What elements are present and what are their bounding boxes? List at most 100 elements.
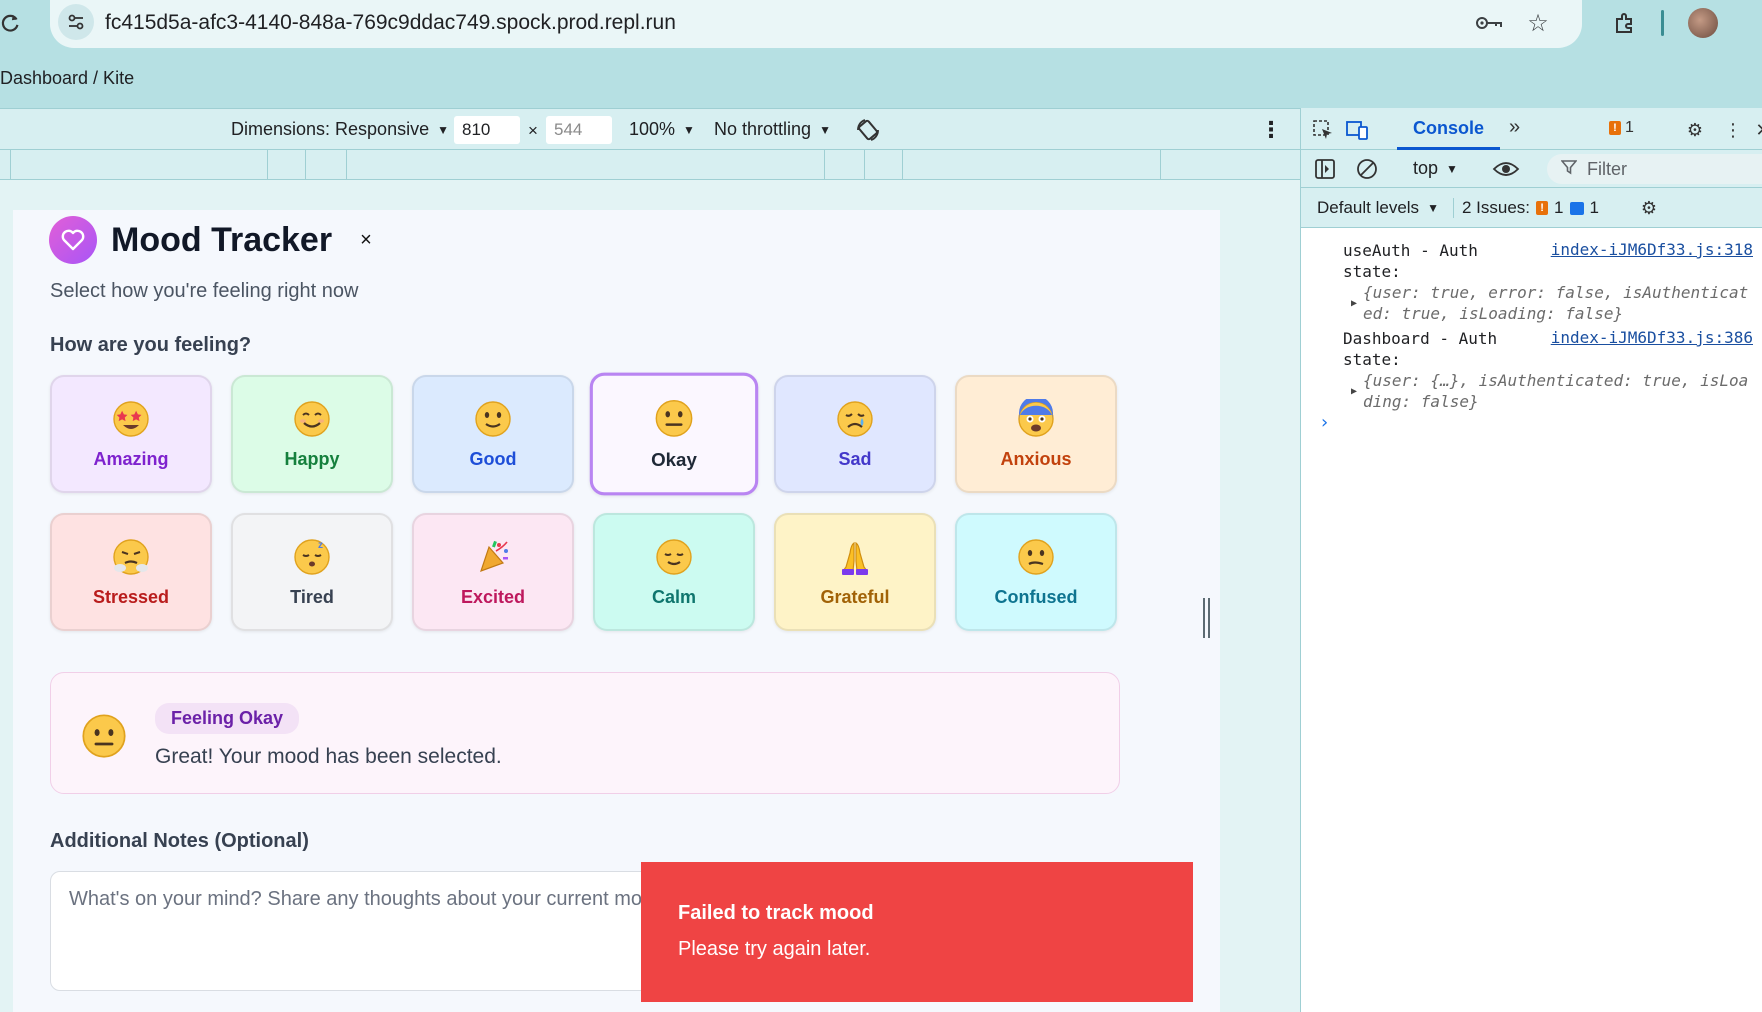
sidebar-toggle-icon[interactable] xyxy=(1313,157,1337,181)
context-label: top xyxy=(1413,158,1439,178)
expand-triangle-icon[interactable]: ▶ xyxy=(1351,386,1357,397)
dimensions-label: Dimensions: Responsive xyxy=(231,119,430,139)
console-levels-bar: Default levels ▼ 2 Issues: ! 1 1 ⚙ xyxy=(1301,188,1762,228)
app-header: Mood Tracker × xyxy=(49,216,372,264)
settings-gear-icon[interactable]: ⚙ xyxy=(1683,118,1707,142)
mood-option-happy[interactable]: Happy xyxy=(231,375,393,493)
mood-option-tired[interactable]: z Tired xyxy=(231,513,393,631)
relieved-face-emoji-icon xyxy=(654,537,694,577)
log-object[interactable]: {user: {…}, isAuthenticated: true, isLoa… xyxy=(1363,370,1753,412)
width-input[interactable]: 810 xyxy=(454,116,520,144)
error-toast[interactable]: Failed to track mood Please try again la… xyxy=(641,862,1193,1002)
mood-grid: Amazing Happy Good Okay Sad Anxious Stressed z T… xyxy=(50,372,1130,631)
mood-label: Anxious xyxy=(1000,448,1072,469)
mood-option-grateful[interactable]: Grateful xyxy=(774,513,936,631)
mood-label: Amazing xyxy=(93,448,169,469)
more-tabs-icon[interactable]: » xyxy=(1509,116,1520,139)
mood-label: Stressed xyxy=(92,586,170,607)
more-options-icon[interactable]: ⋮ xyxy=(1260,117,1282,143)
devtools-panel: Console » ! 1 ⚙ ⋮ ✕ top ▼ Filter xyxy=(1300,108,1762,1012)
mood-option-calm[interactable]: Calm xyxy=(593,513,755,631)
console-settings-gear-icon[interactable]: ⚙ xyxy=(1637,196,1661,220)
zoom-select[interactable]: 100% ▼ xyxy=(629,119,695,140)
issues-info-count: 1 xyxy=(1589,198,1599,217)
close-icon[interactable]: × xyxy=(360,229,372,252)
mood-label: Good xyxy=(469,448,517,469)
height-input[interactable]: 544 xyxy=(546,116,612,144)
mood-label: Okay xyxy=(651,449,697,470)
clear-console-icon[interactable] xyxy=(1355,157,1379,181)
mood-label: Sad xyxy=(838,448,872,469)
warning-flag-icon: ! xyxy=(1609,121,1621,135)
slightly-smiling-emoji-icon xyxy=(473,399,513,439)
url-text[interactable]: fc415d5a-afc3-4140-848a-769c9ddac749.spo… xyxy=(105,11,676,35)
log-levels-select[interactable]: Default levels ▼ xyxy=(1317,198,1439,218)
mood-question: How are you feeling? xyxy=(50,334,252,356)
device-viewport: Mood Tracker × Select how you're feeling… xyxy=(0,180,1300,1012)
toast-title: Failed to track mood xyxy=(678,902,874,924)
mood-label: Calm xyxy=(651,586,696,607)
console-filter-input[interactable]: Filter xyxy=(1547,154,1762,184)
device-toolbar: Dimensions: Responsive ▼ 810 × 544 100% … xyxy=(0,108,1300,150)
party-popper-emoji-icon xyxy=(473,537,513,577)
live-expression-eye-icon[interactable] xyxy=(1491,157,1521,181)
expand-triangle-icon[interactable]: ▶ xyxy=(1351,298,1357,309)
caret-down-icon: ▼ xyxy=(1427,201,1439,215)
dimensions-select[interactable]: Dimensions: Responsive ▼ xyxy=(231,119,449,140)
throttling-label: No throttling xyxy=(714,119,812,139)
log-source-link[interactable]: index-iJM6Df33.js:386 xyxy=(1551,328,1753,347)
log-source-link[interactable]: index-iJM6Df33.js:318 xyxy=(1551,240,1753,259)
console-toolbar: top ▼ Filter xyxy=(1301,150,1762,188)
toast-description: Please try again later. xyxy=(678,938,871,960)
mood-option-amazing[interactable]: Amazing xyxy=(50,375,212,493)
issues-label: 2 Issues: xyxy=(1462,198,1531,217)
tab-console[interactable]: Console xyxy=(1397,108,1501,150)
folded-hands-emoji-icon xyxy=(835,537,875,577)
mood-option-confused[interactable]: Confused xyxy=(955,513,1117,631)
console-output: useAuth - Auth state: index-iJM6Df33.js:… xyxy=(1301,228,1762,1012)
log-message: useAuth - Auth state: xyxy=(1343,241,1478,281)
site-info-icon[interactable] xyxy=(58,4,94,40)
context-select[interactable]: top ▼ xyxy=(1413,158,1458,179)
resize-handle[interactable] xyxy=(1203,598,1210,638)
levels-label: Default levels xyxy=(1317,198,1420,217)
throttling-select[interactable]: No throttling ▼ xyxy=(714,119,831,140)
password-key-icon[interactable] xyxy=(1474,8,1504,38)
filter-funnel-icon xyxy=(1560,159,1578,180)
inspect-element-icon[interactable] xyxy=(1311,118,1335,142)
mood-label: Happy xyxy=(284,448,340,469)
star-struck-emoji-icon xyxy=(111,399,151,439)
device-toggle-icon[interactable] xyxy=(1345,118,1369,142)
rotate-icon[interactable] xyxy=(855,117,881,143)
devtools-tabbar: Console » ! 1 ⚙ ⋮ ✕ xyxy=(1301,108,1762,150)
console-prompt[interactable]: › xyxy=(1319,412,1330,433)
svg-text:z: z xyxy=(318,540,323,551)
caret-down-icon: ▼ xyxy=(683,122,695,137)
bookmark-dashboard[interactable]: Dashboard / Kite xyxy=(0,68,134,89)
smiling-emoji-icon xyxy=(292,399,332,439)
mood-option-anxious[interactable]: Anxious xyxy=(955,375,1117,493)
mood-label: Grateful xyxy=(820,586,890,607)
issues-counter[interactable]: 2 Issues: ! 1 1 xyxy=(1453,198,1599,218)
profile-avatar[interactable] xyxy=(1688,8,1718,38)
log-object[interactable]: {user: true, error: false, isAuthenticat… xyxy=(1363,282,1753,324)
mood-option-stressed[interactable]: Stressed xyxy=(50,513,212,631)
mood-label: Tired xyxy=(290,586,334,607)
mood-option-sad[interactable]: Sad xyxy=(774,375,936,493)
mood-label: Excited xyxy=(460,586,526,607)
address-bar[interactable]: fc415d5a-afc3-4140-848a-769c9ddac749.spo… xyxy=(50,0,1582,48)
close-devtools-icon[interactable]: ✕ xyxy=(1751,118,1762,142)
issues-badge[interactable]: ! 1 xyxy=(1609,119,1634,137)
browser-chrome: fc415d5a-afc3-4140-848a-769c9ddac749.spo… xyxy=(0,0,1762,108)
mood-option-good[interactable]: Good xyxy=(412,375,574,493)
issues-badge-count: 1 xyxy=(1625,119,1634,136)
mood-option-excited[interactable]: Excited xyxy=(412,513,574,631)
reload-icon[interactable] xyxy=(0,12,22,34)
devtools-menu-icon[interactable]: ⋮ xyxy=(1721,118,1745,142)
extensions-icon[interactable] xyxy=(1610,8,1640,38)
zoom-label: 100% xyxy=(629,119,676,139)
mood-option-okay[interactable]: Okay xyxy=(589,372,759,496)
media-query-ruler xyxy=(0,150,1300,180)
bookmark-star-icon[interactable]: ☆ xyxy=(1523,8,1553,38)
page-subtitle: Select how you're feeling right now xyxy=(50,280,359,302)
